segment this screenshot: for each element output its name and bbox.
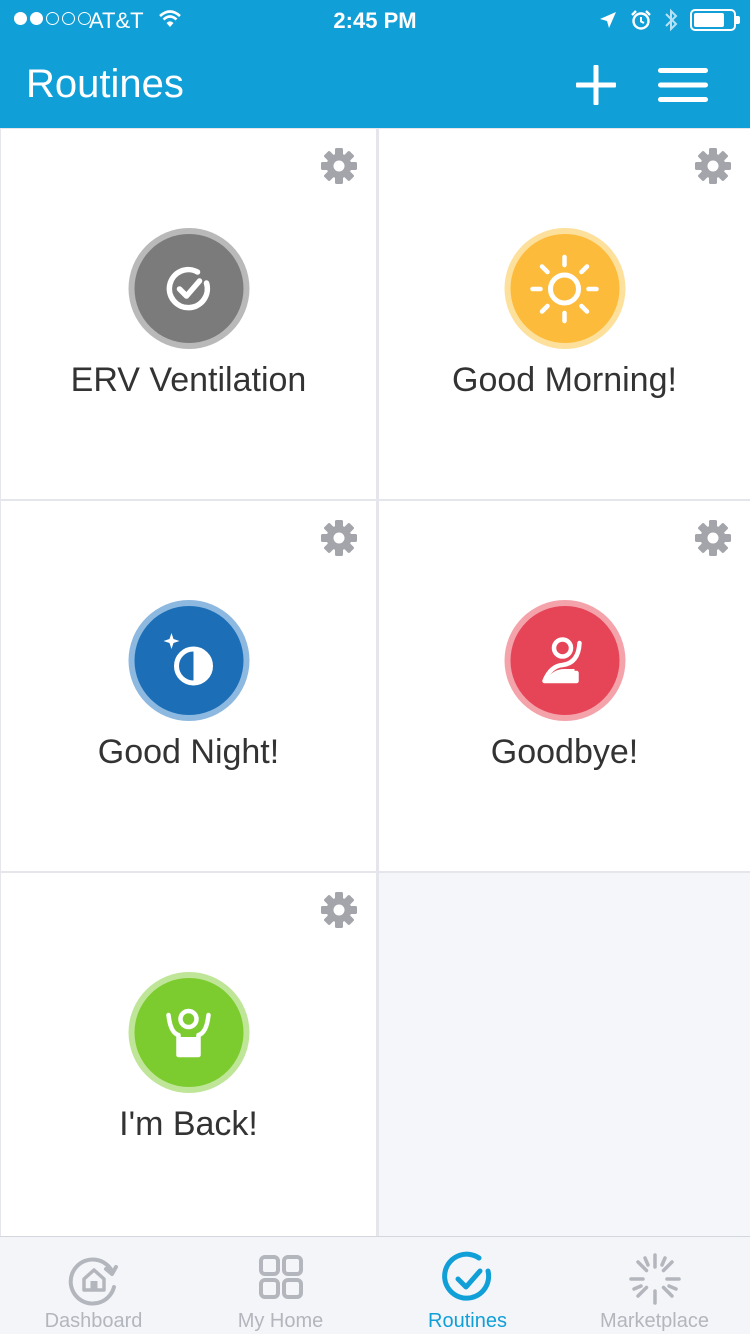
dashboard-home-icon	[68, 1257, 118, 1306]
waving-person-icon	[542, 636, 582, 683]
routine-icon-ring	[128, 972, 249, 1093]
routine-tile-im-back[interactable]: I'm Back!	[1, 873, 376, 1236]
gear-icon[interactable]	[693, 518, 733, 558]
tab-marketplace[interactable]: Marketplace	[561, 1237, 748, 1334]
tab-label: Routines	[428, 1310, 507, 1332]
bottom-tab-bar: Dashboard My Home Routines Marketplace	[0, 1236, 750, 1334]
routine-icon-ring	[504, 228, 625, 349]
battery-icon	[690, 9, 740, 31]
routine-tile-goodbye[interactable]: Goodbye!	[379, 501, 750, 871]
routine-tile-good-night[interactable]: Good Night!	[1, 501, 376, 871]
marketplace-burst-icon	[628, 1253, 681, 1305]
empty-tile	[379, 873, 750, 1236]
gear-icon[interactable]	[319, 146, 359, 186]
routine-name: I'm Back!	[119, 1105, 258, 1143]
routine-name: Goodbye!	[490, 733, 639, 771]
tab-routines[interactable]: Routines	[374, 1237, 561, 1334]
add-routine-button[interactable]	[574, 63, 618, 107]
routine-name: Good Night!	[97, 733, 280, 771]
status-bar: AT&T 2:45 PM	[0, 0, 750, 40]
arms-up-person-icon	[166, 1008, 211, 1057]
check-circle-icon	[166, 266, 211, 310]
sun-icon	[530, 254, 599, 323]
routine-tile-good-morning[interactable]: Good Morning!	[379, 129, 750, 499]
bluetooth-icon	[665, 8, 678, 32]
app-header: AT&T 2:45 PM Routines	[0, 0, 750, 128]
location-arrow-icon	[600, 12, 616, 28]
gear-icon[interactable]	[693, 146, 733, 186]
menu-button[interactable]	[657, 66, 709, 104]
routine-icon-ring	[128, 600, 249, 721]
routine-name: ERV Ventilation	[70, 361, 307, 399]
tab-label: Marketplace	[600, 1310, 709, 1332]
moon-icon	[163, 632, 213, 685]
gear-icon[interactable]	[319, 518, 359, 558]
tab-label: My Home	[237, 1310, 324, 1332]
tab-my-home[interactable]: My Home	[187, 1237, 374, 1334]
routine-icon-ring	[128, 228, 249, 349]
tab-label: Dashboard	[44, 1310, 143, 1332]
routine-name: Good Morning!	[452, 361, 677, 399]
alarm-icon	[631, 10, 651, 30]
routines-check-icon	[441, 1251, 491, 1301]
gear-icon[interactable]	[319, 890, 359, 930]
page-title: Routines	[26, 62, 184, 106]
grid-icon	[258, 1255, 303, 1299]
tab-dashboard[interactable]: Dashboard	[0, 1237, 187, 1334]
routines-grid: ERV Ventilation Good Morning! Good Night…	[0, 128, 750, 1236]
routine-icon-ring	[504, 600, 625, 721]
routine-tile-erv-ventilation[interactable]: ERV Ventilation	[1, 129, 376, 499]
